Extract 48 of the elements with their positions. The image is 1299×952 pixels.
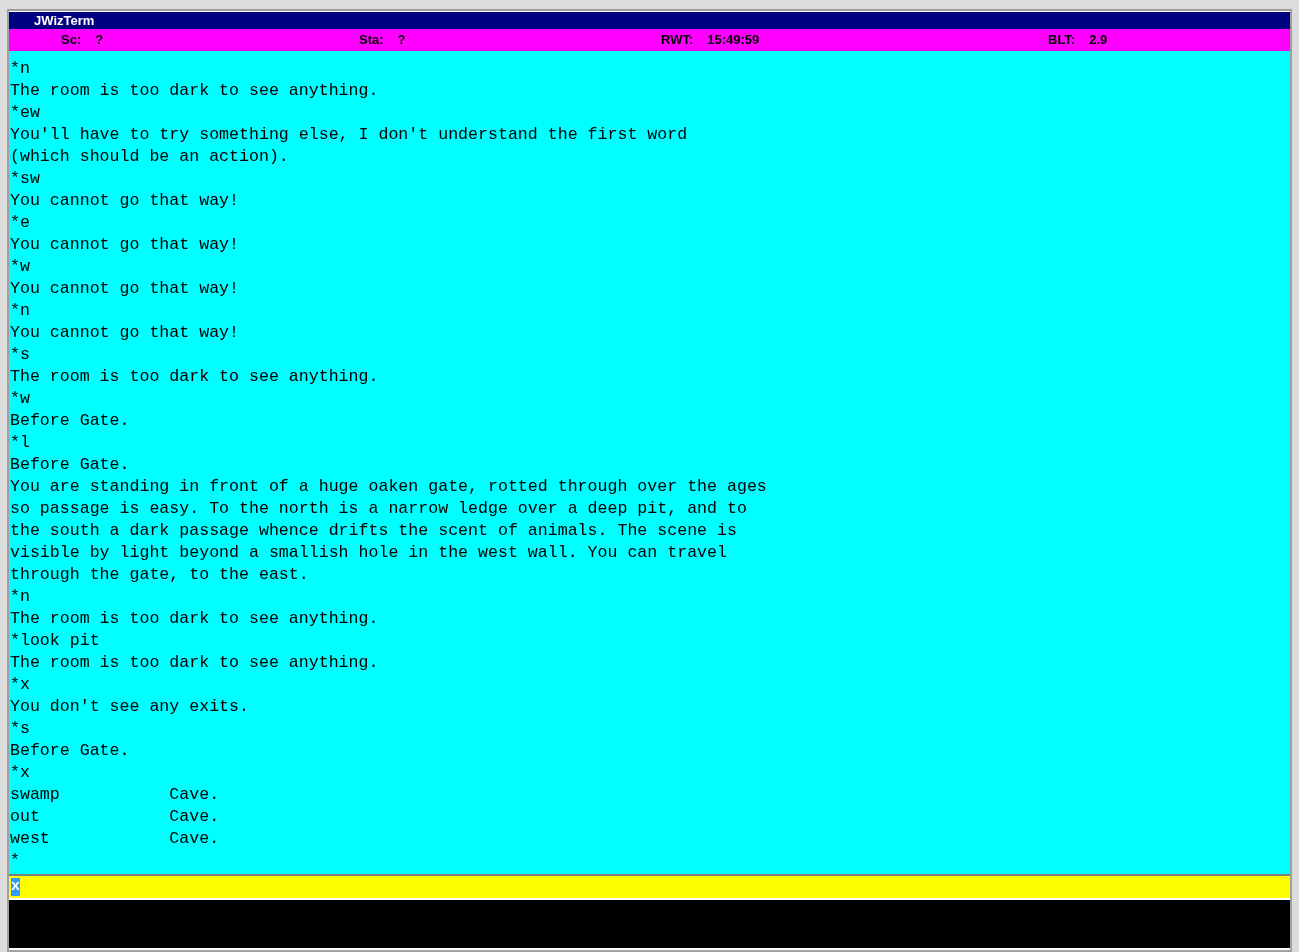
input-text: x (11, 878, 20, 896)
status-label: BLT: (1048, 31, 1076, 50)
terminal-line: The room is too dark to see anything. (10, 652, 379, 674)
terminal-line: *n (10, 58, 30, 80)
terminal-line: *e (10, 212, 30, 234)
terminal-line: *x (10, 674, 30, 696)
terminal-line: out Cave. (10, 806, 220, 828)
terminal-line: *l (10, 432, 30, 454)
status-value: 15:49:59 (707, 31, 760, 50)
terminal-line: The room is too dark to see anything. (10, 366, 379, 388)
terminal-line: *look pit (10, 630, 100, 652)
terminal-line: *ew (10, 102, 40, 124)
terminal-line: * (10, 850, 20, 872)
status-value: 2.9 (1089, 31, 1108, 50)
terminal-line: so passage is easy. To the north is a narrow ledge over a deep pit, and to (10, 498, 747, 520)
terminal-line: Before Gate. (10, 454, 130, 476)
terminal-line: (which should be an action). (10, 146, 289, 168)
terminal-line: swamp Cave. (10, 784, 220, 806)
window-title: JWizTerm (34, 14, 95, 27)
terminal-line: Before Gate. (10, 410, 130, 432)
terminal-line: *x (10, 762, 30, 784)
status-label: RWT: (661, 31, 694, 50)
terminal-line: The room is too dark to see anything. (10, 608, 379, 630)
terminal-line: the south a dark passage whence drifts the scent of animals. The scene is (10, 520, 737, 542)
terminal-line: You cannot go that way! (10, 190, 240, 212)
terminal-line: You cannot go that way! (10, 278, 240, 300)
terminal-line: You don't see any exits. (10, 696, 249, 718)
terminal-line: You cannot go that way! (10, 322, 240, 344)
terminal-line: *n (10, 586, 30, 608)
terminal-line: *w (10, 256, 30, 278)
terminal-line: *w (10, 388, 30, 410)
terminal-line: You are standing in front of a huge oaken gate, rotted through over the ages (10, 476, 767, 498)
terminal-line: visible by light beyond a smallish hole in the west wall. You can travel (10, 542, 727, 564)
status-label: Sta: (359, 31, 384, 50)
status-value: ? (95, 31, 104, 50)
input-field[interactable]: x (9, 874, 1290, 898)
terminal-line: The room is too dark to see anything. (10, 80, 379, 102)
terminal-line: *s (10, 344, 30, 366)
terminal-line: *n (10, 300, 30, 322)
status-value: ? (397, 31, 406, 50)
terminal-line: You cannot go that way! (10, 234, 240, 256)
terminal-line: *s (10, 718, 30, 740)
terminal-line: Before Gate. (10, 740, 130, 762)
terminal-line: *sw (10, 168, 40, 190)
terminal-line: You'll have to try something else, I don't understand the first word (10, 124, 688, 146)
terminal-line: west Cave. (10, 828, 220, 850)
terminal-line: through the gate, to the east. (10, 564, 309, 586)
status-label: Sc: (61, 31, 82, 50)
